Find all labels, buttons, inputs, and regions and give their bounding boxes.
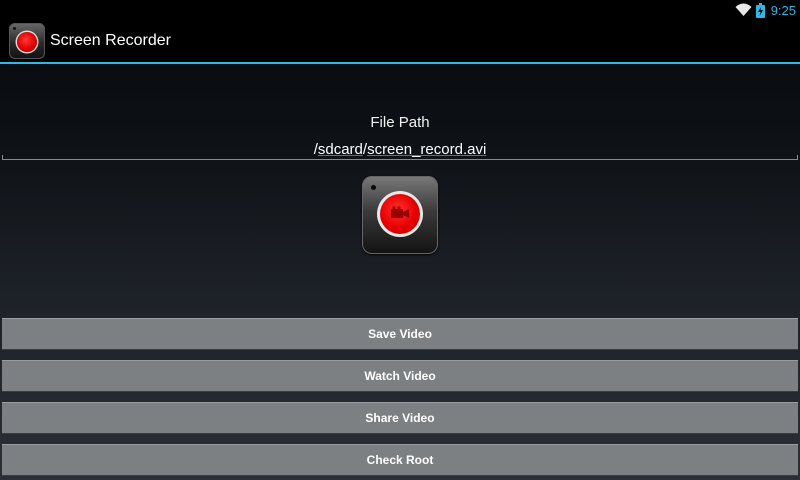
- share-video-button[interactable]: Share Video: [2, 402, 798, 434]
- video-camera-icon: [391, 206, 409, 218]
- record-app-icon[interactable]: [9, 23, 45, 59]
- input-underline: [2, 159, 798, 160]
- app-title: Screen Recorder: [50, 32, 171, 49]
- watch-video-button[interactable]: Watch Video: [2, 360, 798, 392]
- wifi-icon: [735, 3, 752, 16]
- save-video-button[interactable]: Save Video: [2, 318, 798, 350]
- status-bar: 9:25: [0, 0, 800, 20]
- action-bar: Screen Recorder: [0, 20, 800, 64]
- record-button-dot: [371, 185, 376, 190]
- file-path-input[interactable]: /sdcard/screen_record.avi: [2, 138, 798, 160]
- app-icon-dot: [13, 27, 16, 30]
- status-icons: 9:25: [735, 0, 796, 20]
- record-button[interactable]: [362, 176, 438, 254]
- input-tick-right: [797, 155, 798, 160]
- app-screen: 9:25 Screen Recorder File Path /sdcard/s…: [0, 0, 800, 480]
- check-root-button[interactable]: Check Root: [2, 444, 798, 476]
- app-icon-record-circle: [17, 32, 37, 52]
- input-tick-left: [2, 155, 3, 160]
- path-part-sdcard: sdcard: [317, 141, 363, 158]
- path-part-filename: screen_record.avi: [367, 141, 487, 158]
- battery-charging-icon: [755, 2, 765, 18]
- file-path-value[interactable]: /sdcard/screen_record.avi: [2, 141, 798, 158]
- file-path-label: File Path: [370, 114, 430, 131]
- status-clock: 9:25: [770, 2, 796, 18]
